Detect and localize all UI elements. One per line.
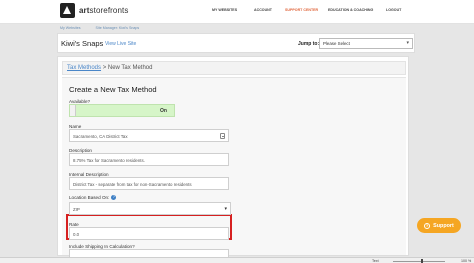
- contact-card-icon: [220, 133, 225, 139]
- page-breadcrumb: Tax Methods > New Tax Method: [62, 61, 406, 75]
- logo-text-bold: art: [79, 6, 90, 15]
- text-size-label: Text: [372, 258, 379, 263]
- breadcrumb-site-manager[interactable]: Site Manager: Kiwi's Snaps: [96, 26, 140, 30]
- internal-description-value: District Tax - separate from tax for non…: [73, 182, 192, 187]
- description-value: 8.75% Tax for Sacramento residents.: [73, 158, 145, 163]
- breadcrumb-my-websites[interactable]: My Websites: [60, 26, 81, 30]
- nav-education-coaching[interactable]: EDUCATION & COACHING: [328, 8, 373, 12]
- location-value: ZIP: [73, 207, 80, 212]
- view-live-site-link[interactable]: View Live Site: [105, 41, 136, 47]
- jump-to-value: Please Select: [323, 41, 350, 46]
- location-based-on-label: Location Based On:?: [69, 195, 117, 201]
- tax-methods-link[interactable]: Tax Methods: [67, 65, 101, 71]
- breadcrumb-current: New Tax Method: [107, 65, 153, 71]
- breadcrumb-separator: >: [101, 65, 108, 71]
- support-button[interactable]: ? Support: [417, 218, 461, 233]
- site-title: Kiwi's Snaps: [61, 39, 104, 48]
- nav-support-center[interactable]: SUPPORT CENTER: [285, 8, 318, 12]
- rate-value: 0.0: [73, 232, 80, 237]
- zoom-level: 100 %: [461, 258, 472, 263]
- rate-input[interactable]: 0.0: [69, 227, 229, 240]
- nav-my-websites[interactable]: MY WEBSITES: [212, 8, 237, 12]
- toggle-state: On: [160, 108, 167, 114]
- zoom-slider-thumb[interactable]: [421, 258, 423, 263]
- artstorefronts-logo[interactable]: artstorefronts: [60, 3, 128, 18]
- jump-to-label: Jump to:: [298, 41, 320, 47]
- status-bar: Text 100 %: [0, 257, 474, 263]
- internal-description-input[interactable]: District Tax - separate from tax for non…: [69, 177, 229, 190]
- site-header-bar: Kiwi's Snaps View Live Site Jump to: Ple…: [57, 33, 415, 53]
- description-input[interactable]: 8.75% Tax for Sacramento residents.: [69, 153, 229, 166]
- form-panel: Create a New Tax Method Available? On Na…: [62, 77, 406, 259]
- logo-text: artstorefronts: [79, 6, 128, 15]
- support-label: Support: [433, 222, 454, 229]
- zoom-slider-track[interactable]: [393, 260, 445, 262]
- question-icon: ?: [424, 222, 431, 229]
- name-input[interactable]: Sacramento, CA District Tax: [69, 129, 229, 142]
- logo-icon: [60, 3, 75, 18]
- chevron-down-icon: ▾: [224, 206, 227, 212]
- page-title: Create a New Tax Method: [69, 85, 157, 94]
- name-value: Sacramento, CA District Tax: [73, 134, 128, 139]
- nav-account[interactable]: ACCOUNT: [254, 8, 272, 12]
- jump-to-select[interactable]: Please Select: [319, 38, 413, 49]
- top-navigation-bar: artstorefronts MY WEBSITES ACCOUNT SUPPO…: [0, 0, 474, 24]
- logo-text-rest: storefronts: [89, 6, 129, 15]
- tax-method-card: Tax Methods > New Tax Method Create a Ne…: [57, 56, 409, 259]
- breadcrumb: My Websites Site Manager: Kiwi's Snaps: [60, 26, 153, 30]
- location-based-on-select[interactable]: ZIP ▾: [69, 202, 231, 215]
- help-icon[interactable]: ?: [111, 195, 117, 201]
- location-label-text: Location Based On:: [69, 195, 110, 200]
- nav-logout[interactable]: LOGOUT: [386, 8, 401, 12]
- available-toggle[interactable]: On: [69, 104, 175, 117]
- toggle-knob: [70, 105, 76, 116]
